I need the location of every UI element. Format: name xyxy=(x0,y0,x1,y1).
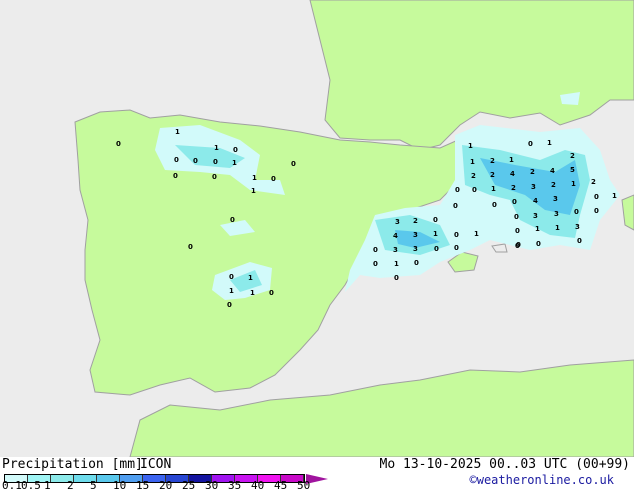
precip-value: 0 xyxy=(269,289,274,297)
precip-value: 3 xyxy=(393,246,398,254)
color-scale-tick: 15 xyxy=(136,479,150,490)
precip-value: 0 xyxy=(528,140,533,148)
color-scale-tick: 40 xyxy=(251,479,265,490)
precip-value: 3 xyxy=(553,195,558,203)
precip-value: 2 xyxy=(471,172,476,180)
precip-value: 0 xyxy=(213,158,218,166)
precip-value: 0 xyxy=(454,231,459,239)
forecast-datetime: Mo 13-10-2025 00..03 UTC (00+99) xyxy=(379,457,630,472)
precip-value: 0 xyxy=(453,202,458,210)
precip-value: 5 xyxy=(570,166,575,174)
precip-value: 2 xyxy=(490,171,495,179)
color-scale-tick: 45 xyxy=(274,479,288,490)
precip-value: 0 xyxy=(492,201,497,209)
precip-value: 0 xyxy=(230,216,235,224)
precip-value: 1 xyxy=(555,224,560,232)
precip-value: 0 xyxy=(472,186,477,194)
precip-value: 0 xyxy=(373,260,378,268)
precip-value: 0 xyxy=(515,227,520,235)
precip-value: 1 xyxy=(252,174,257,182)
precip-value: 1 xyxy=(250,289,255,297)
color-scale-tick: 5 xyxy=(90,479,97,490)
precip-value: 1 xyxy=(612,192,617,200)
precip-value: 2 xyxy=(413,217,418,225)
color-scale-tick: 0.1 xyxy=(2,479,22,490)
precip-value: 0 xyxy=(116,140,121,148)
precip-value: 0 xyxy=(594,193,599,201)
precip-value: 3 xyxy=(413,231,418,239)
precipitation-map: 0 1 1 0 0 0 0 1 0 0 1 0 1 0 0 0 0 1 1 1 0 0 1 0 1 2 1 2 1 2 2 4 2 4 5 0 0 1 2 3… xyxy=(0,0,634,457)
precip-value: 0 xyxy=(188,243,193,251)
color-scale-tick: 30 xyxy=(205,479,219,490)
precip-value: 0 xyxy=(433,216,438,224)
color-scale-tick: 50 xyxy=(297,479,311,490)
precip-value: 0 xyxy=(434,245,439,253)
precip-value: 0 xyxy=(577,237,582,245)
precip-value: 1 xyxy=(232,159,237,167)
precip-value: 4 xyxy=(393,232,398,240)
precip-value: 0 xyxy=(574,208,579,216)
precip-value: 3 xyxy=(554,210,559,218)
color-scale-tick: 25 xyxy=(182,479,196,490)
precip-value: 1 xyxy=(491,185,496,193)
precip-value: 1 xyxy=(175,128,180,136)
precip-value: 4 xyxy=(510,170,515,178)
precip-value: 4 xyxy=(550,167,555,175)
model-name: ICON xyxy=(140,457,172,472)
precip-value: 0 xyxy=(212,173,217,181)
precip-value: 0 xyxy=(394,274,399,282)
color-scale-tick: 10 xyxy=(113,479,127,490)
precip-value: 2 xyxy=(551,181,556,189)
precip-value: 2 xyxy=(570,152,575,160)
precip-value: 0 xyxy=(373,246,378,254)
precip-value: 0 xyxy=(173,172,178,180)
precip-value: 0 xyxy=(229,273,234,281)
precip-value: 1 xyxy=(509,156,514,164)
color-scale-tick: 20 xyxy=(159,479,173,490)
precip-value: 1 xyxy=(214,144,219,152)
precip-value: 0 xyxy=(227,301,232,309)
precip-value: 0 xyxy=(455,186,460,194)
precip-value: 1 xyxy=(394,260,399,268)
precip-value: 0 xyxy=(454,244,459,252)
precip-value: 3 xyxy=(395,218,400,226)
precip-value: 0 xyxy=(536,240,541,248)
weather-map-page: 0110000100101000011100101212122424500123… xyxy=(0,0,634,490)
precip-value: 3 xyxy=(533,212,538,220)
precip-value: 1 xyxy=(535,225,540,233)
precip-value: 0 xyxy=(516,241,521,249)
precip-value: 1 xyxy=(433,230,438,238)
legend-title: Precipitation [mm] xyxy=(2,457,143,472)
color-scale-tick: 0.5 xyxy=(21,479,41,490)
precip-value: 1 xyxy=(547,139,552,147)
precip-value: 1 xyxy=(248,274,253,282)
precip-value: 0 xyxy=(291,160,296,168)
precip-value: 0 xyxy=(174,156,179,164)
precip-value: 1 xyxy=(470,158,475,166)
precip-value: 0 xyxy=(514,213,519,221)
precip-value: 0 xyxy=(233,146,238,154)
credit-link[interactable]: ©weatheronline.co.uk xyxy=(400,473,615,487)
color-scale-tick: 1 xyxy=(44,479,51,490)
precip-value: 0 xyxy=(193,157,198,165)
precip-value: 1 xyxy=(468,142,473,150)
precip-value: 2 xyxy=(490,157,495,165)
color-scale-tick: 35 xyxy=(228,479,242,490)
precip-value: 0 xyxy=(414,259,419,267)
precip-value: 1 xyxy=(251,187,256,195)
precip-value: 4 xyxy=(533,197,538,205)
precip-value: 3 xyxy=(575,223,580,231)
precip-value: 3 xyxy=(413,245,418,253)
color-scale-tick: 2 xyxy=(67,479,74,490)
precip-value: 1 xyxy=(571,180,576,188)
precip-value: 0 xyxy=(512,198,517,206)
precip-value: 0 xyxy=(271,175,276,183)
precip-value: 1 xyxy=(474,230,479,238)
precip-value: 2 xyxy=(591,178,596,186)
precip-value: 0 xyxy=(594,207,599,215)
precip-value: 3 xyxy=(531,183,536,191)
precip-value: 1 xyxy=(229,287,234,295)
precip-value: 2 xyxy=(530,168,535,176)
precip-value: 2 xyxy=(511,184,516,192)
